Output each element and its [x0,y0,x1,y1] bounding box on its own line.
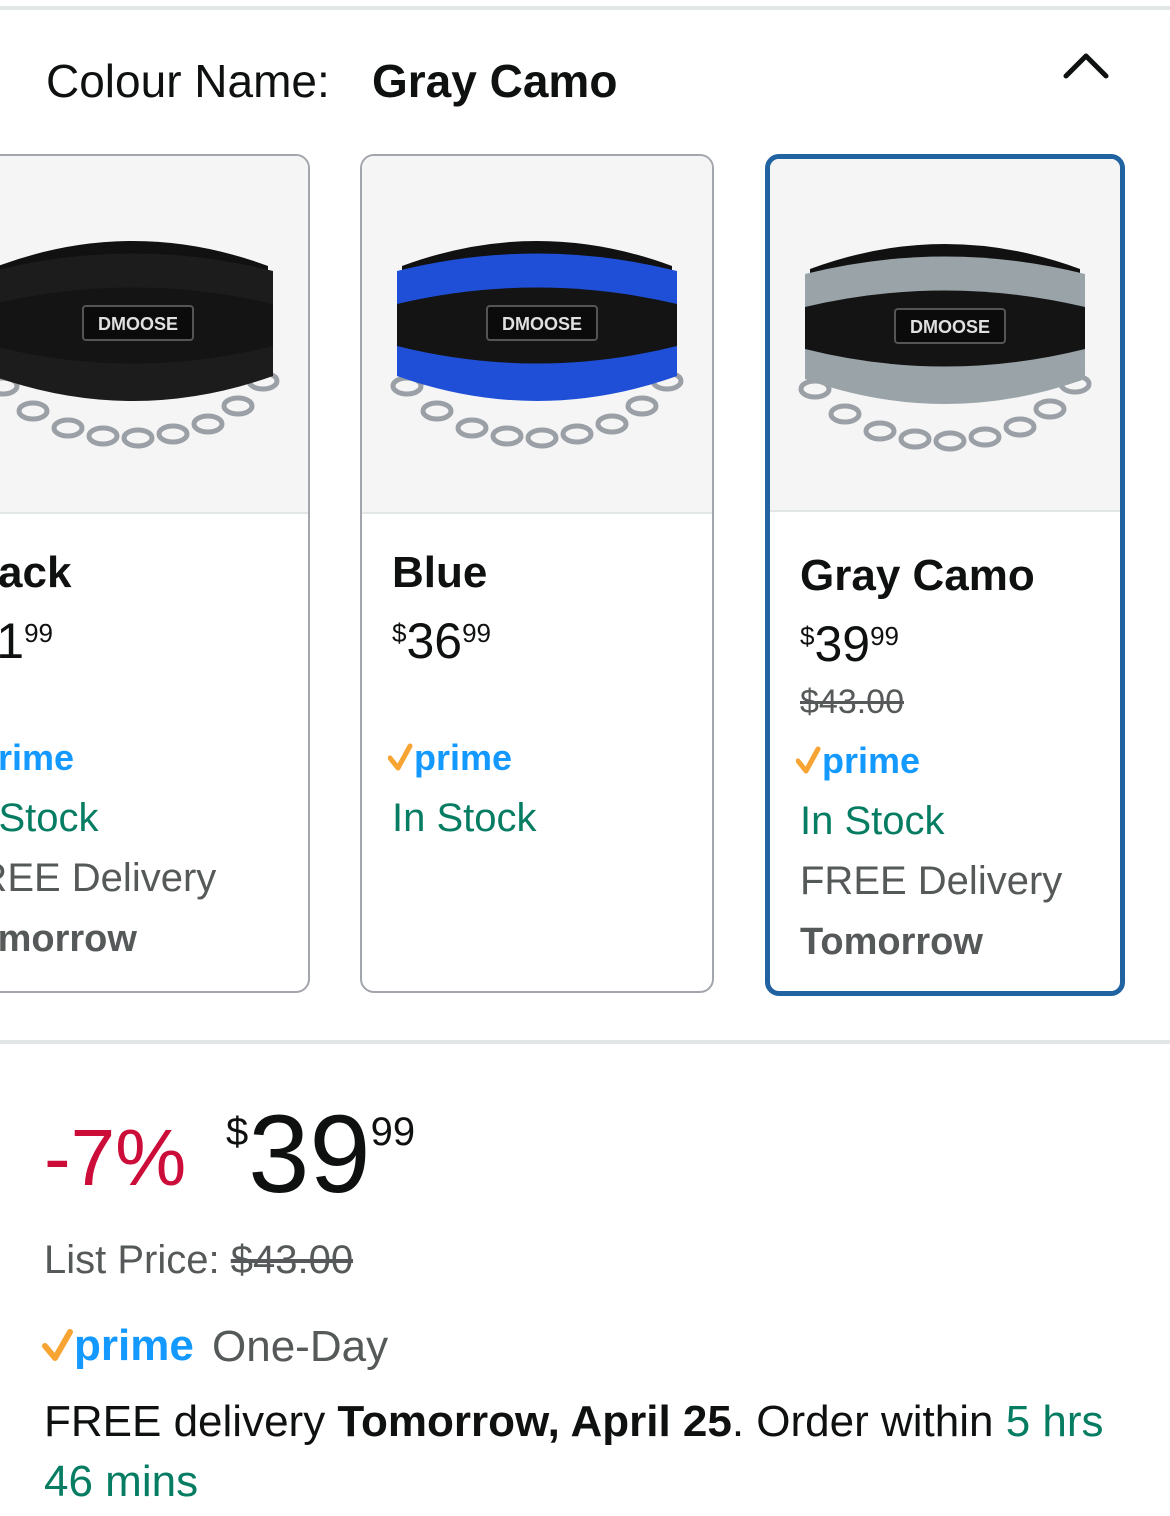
prime-badge: prime [388,737,512,778]
swatch-image: DMOOSE [0,156,308,514]
current-price: $3999 [226,1100,415,1210]
svg-text:prime: prime [822,740,920,781]
svg-text:DMOOSE: DMOOSE [502,314,582,334]
chevron-up-icon[interactable] [1058,44,1114,84]
swatch-stock-status: In Stock [800,799,945,843]
free-delivery-text: FREE delivery [44,1397,326,1446]
swatch-stock-status: In Stock [0,796,99,840]
swatch-stock-status: In Stock [392,796,537,840]
colour-swatch-blue[interactable]: DMOOSE Blue $3699 prime In Stock [360,154,714,993]
swatch-name: Black [0,548,72,597]
prime-one-day-badge: prime One-Day [42,1318,388,1374]
delivery-message: FREE delivery Tomorrow, April 25. Order … [44,1392,1144,1512]
swatch-list-price: $43.00 [800,683,904,721]
list-price-label: List Price: [44,1238,220,1282]
colour-name-value: Gray Camo [372,55,618,107]
discount-percent: -7% [44,1113,187,1202]
svg-text:DMOOSE: DMOOSE [98,314,178,334]
list-price-value: $43.00 [230,1238,354,1282]
swatch-delivery: FREE Delivery [0,856,217,900]
list-price: List Price: $43.00 [44,1238,353,1283]
svg-text:prime: prime [74,1321,194,1370]
swatch-price: $3699 [392,613,492,669]
swatch-delivery-date: Tomorrow [800,921,983,963]
price-fraction: 99 [370,1110,416,1154]
price-whole: 39 [248,1093,371,1216]
prime-badge: prime [796,740,920,781]
svg-text:prime: prime [414,737,512,778]
svg-text:DMOOSE: DMOOSE [910,317,990,337]
colour-swatch-black[interactable]: DMOOSE Black $4199 prime In Stock FREE D… [0,154,310,993]
price-currency: $ [226,1110,249,1154]
colour-name-label: Colour Name: [46,55,330,107]
swatch-name: Gray Camo [800,551,1035,600]
colour-swatch-gray-camo[interactable]: DMOOSE Gray Camo $3999 $43.00 prime In S… [765,154,1125,996]
section-divider [0,1040,1170,1044]
swatch-name: Blue [392,548,488,597]
svg-text:prime: prime [0,737,74,778]
swatch-delivery-date: Tomorrow [0,918,137,960]
swatch-price: $3999 [800,616,900,672]
swatch-image: DMOOSE [362,156,712,514]
order-within-text: . Order within [731,1397,994,1446]
swatch-price: $4199 [0,613,54,669]
dip-belt-image: DMOOSE [0,241,280,449]
dip-belt-image: DMOOSE [390,241,684,449]
top-divider [0,6,1170,10]
dip-belt-image: DMOOSE [798,244,1092,452]
delivery-date: Tomorrow, April 25 [337,1397,732,1446]
one-day-label: One-Day [212,1322,389,1371]
swatch-delivery: FREE Delivery [800,859,1063,903]
prime-badge: prime [0,737,74,778]
swatch-image: DMOOSE [770,159,1120,512]
prime-check-icon: prime [42,1321,194,1370]
